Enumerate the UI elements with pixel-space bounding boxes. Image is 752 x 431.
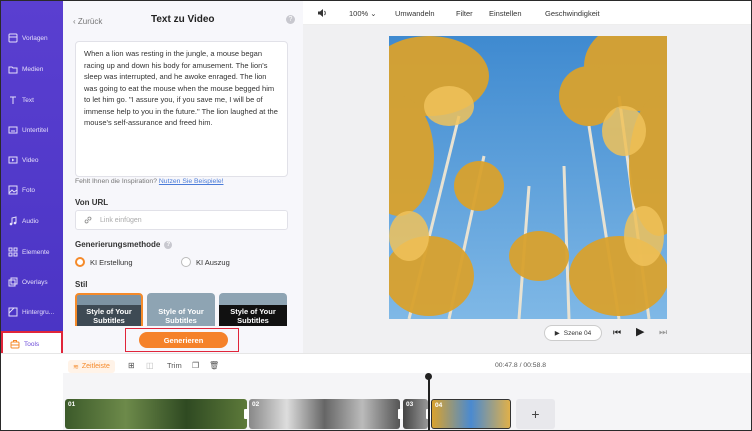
method-label: Generierungsmethode? (75, 240, 173, 249)
speed-button[interactable]: Geschwindigkeit (545, 9, 600, 18)
sidebar-item-untertitel[interactable]: Untertitel (1, 115, 63, 145)
music-icon (9, 216, 17, 226)
story-textarea[interactable]: When a lion was resting in the jungle, a… (75, 41, 288, 177)
sidebar-item-label: Untertitel (22, 126, 49, 134)
overlays-icon (8, 277, 18, 287)
sidebar-item-label: Tools (24, 340, 40, 348)
scene-button[interactable]: ▶ Szene 04 (544, 325, 602, 341)
settings-button[interactable]: Einstellen (489, 9, 522, 18)
timeline-clip-04[interactable]: 04 (431, 399, 511, 429)
sidebar-item-label: Vorlagen (22, 34, 48, 42)
sidebar-item-label: Audio (22, 217, 39, 225)
style-card-2[interactable]: Style of Your Subtitles (147, 293, 215, 326)
sidebar-item-medien[interactable]: Medien (1, 54, 63, 84)
style-cards: Style of Your Subtitles Style of Your Su… (75, 293, 295, 326)
sidebar-item-hintergrund[interactable]: Hintergru... (1, 297, 63, 327)
timeline-tab[interactable]: ≋ Zeitleiste (68, 360, 115, 373)
play-icon: ▶ (554, 330, 560, 337)
sidebar-item-label: Video (22, 156, 39, 164)
next-icon[interactable]: ⏭ (659, 327, 667, 338)
elements-icon (8, 247, 18, 257)
back-button[interactable]: ‹ Zurück (73, 17, 102, 26)
sidebar-item-vorlagen[interactable]: Vorlagen (1, 23, 63, 53)
style-card-3[interactable]: Style of Your Subtitles (219, 293, 287, 326)
delete-icon[interactable]: 🗑 (209, 361, 219, 370)
convert-button[interactable]: Umwandeln (395, 9, 435, 18)
timeline-clip-01[interactable]: 01 (65, 399, 247, 429)
plus-icon: + (531, 406, 540, 422)
top-toolbar: 100% ⌄ Umwandeln Filter Einstellen Gesch… (303, 1, 751, 25)
tools-icon (10, 340, 20, 349)
sidebar-item-overlays[interactable]: Overlays (1, 267, 63, 297)
text-to-video-panel: ‹ Zurück Text zu Video ? When a lion was… (63, 1, 303, 353)
sidebar-item-label: Medien (22, 65, 44, 73)
style-card-1[interactable]: Style of Your Subtitles (75, 293, 143, 326)
trim-button[interactable]: Trim (167, 361, 182, 370)
style-label: Stil (75, 280, 88, 289)
sidebar-item-label: Text (22, 96, 34, 104)
sidebar-item-video[interactable]: Video (1, 145, 63, 175)
template-icon (8, 33, 18, 43)
add-icon[interactable]: ⊞ (128, 361, 135, 370)
video-icon (8, 156, 18, 164)
generate-button[interactable]: Generieren (139, 332, 228, 348)
background-icon (8, 307, 18, 317)
timeline-clip-03[interactable]: 03 (403, 399, 428, 429)
link-icon (84, 216, 92, 224)
examples-link[interactable]: Nutzen Sie Beispiele! (159, 178, 224, 185)
time-display: 00:47.8 / 00:58.8 (495, 362, 547, 369)
previous-icon[interactable]: ⏮ (613, 327, 621, 338)
chevron-down-icon: ⌄ (370, 9, 377, 18)
zoom-select[interactable]: 100% ⌄ (349, 9, 377, 18)
volume-icon[interactable] (317, 8, 327, 18)
url-placeholder: Link einfügen (100, 216, 142, 224)
add-clip-button[interactable]: + (516, 399, 555, 429)
sidebar-item-audio[interactable]: Audio (1, 206, 63, 236)
split-icon[interactable]: ◫ (146, 361, 154, 370)
sidebar-item-label: Hintergru... (22, 308, 55, 316)
preview-area (303, 25, 751, 353)
sidebar-item-foto[interactable]: Foto (1, 175, 63, 205)
sidebar: Vorlagen Medien Text Untertitel Video Fo… (1, 1, 63, 357)
app-window: Vorlagen Medien Text Untertitel Video Fo… (0, 0, 752, 431)
photo-icon (8, 185, 18, 195)
text-icon (10, 96, 16, 104)
timeline-icon: ≋ (73, 363, 79, 371)
sidebar-item-label: Foto (22, 186, 36, 194)
player-controls: ▶ Szene 04 ⏮ ▶ ⏭ (303, 321, 751, 345)
panel-title: Text zu Video (151, 14, 215, 25)
forest-sky-image (389, 36, 667, 319)
sidebar-item-text[interactable]: Text (1, 85, 63, 115)
video-preview (389, 36, 667, 319)
folder-icon (8, 66, 18, 74)
url-input[interactable]: Link einfügen (75, 210, 288, 230)
sidebar-item-label: Elemente (22, 248, 50, 256)
playhead[interactable] (428, 375, 430, 430)
radio-selected-icon (75, 257, 85, 267)
subtitle-icon (8, 126, 18, 134)
radio-ki-auszug[interactable]: KI Auszug (181, 257, 230, 267)
help-icon[interactable]: ? (164, 240, 173, 249)
radio-ki-erstellung[interactable]: KI Erstellung (75, 257, 133, 267)
radio-unselected-icon (181, 257, 191, 267)
filter-button[interactable]: Filter (456, 9, 473, 18)
play-button[interactable]: ▶ (636, 325, 644, 338)
inspiration-hint: Fehlt Ihnen die Inspiration? Nutzen Sie … (75, 178, 224, 185)
sidebar-item-label: Overlays (22, 278, 48, 286)
url-label: Von URL (75, 198, 109, 207)
generate-highlight: Generieren (125, 328, 239, 352)
timeline-clip-02[interactable]: 02 (249, 399, 400, 429)
duplicate-icon[interactable]: ❐ (192, 361, 199, 370)
sidebar-item-elemente[interactable]: Elemente (1, 237, 63, 267)
help-icon[interactable]: ? (286, 15, 295, 24)
